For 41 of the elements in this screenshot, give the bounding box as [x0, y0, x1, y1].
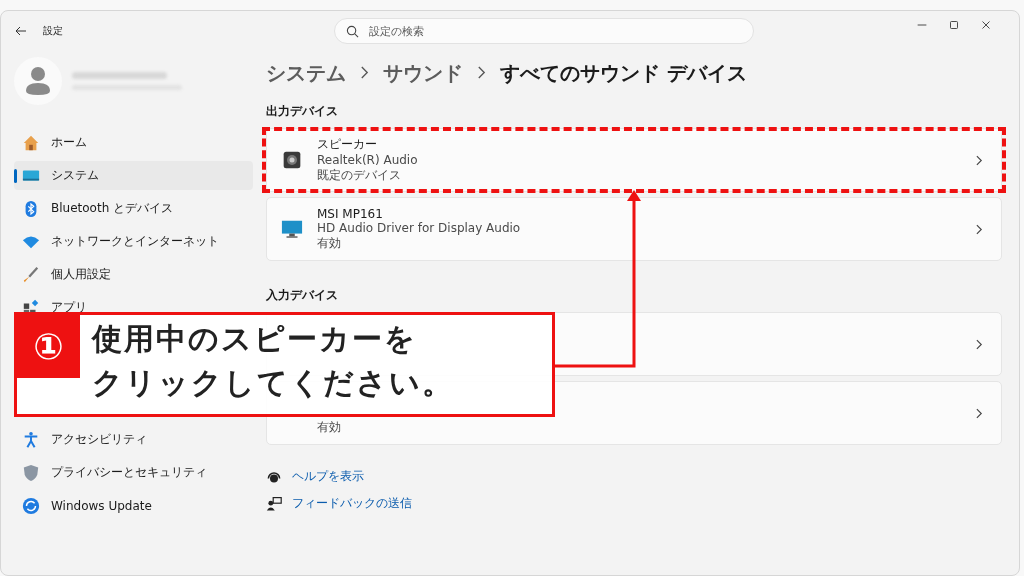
device-driver: HD Audio Driver for Display Audio — [317, 220, 522, 235]
sidebar-item[interactable]: アクセシビリティ — [14, 425, 253, 454]
shield-icon — [22, 463, 40, 482]
sidebar-item[interactable]: プライバシーとセキュリティ — [14, 458, 253, 487]
device-status: 既定のデバイス — [317, 167, 402, 184]
speaker-icon — [281, 149, 303, 171]
chevron-icon — [976, 154, 983, 166]
avatar-icon — [14, 57, 62, 105]
device-driver: Realtek(R) Audio — [317, 153, 419, 167]
chevron-icon — [976, 338, 983, 350]
page-title: すべてのサウンド デバイス — [500, 59, 747, 87]
sidebar-item[interactable]: 個人用設定 — [14, 260, 253, 289]
person-icon — [22, 430, 40, 449]
brush-icon — [22, 265, 40, 284]
search-field[interactable]: 設定の検索 — [334, 18, 754, 44]
chevron-icon — [976, 223, 983, 235]
device-status: 有効 — [317, 419, 342, 436]
device-card[interactable]: MSI MP161 HD Audio Driver for Display Audio 有効 — [266, 197, 1002, 261]
sidebar-item[interactable]: ネットワークとインターネット — [14, 227, 253, 256]
sidebar-item[interactable]: Windows Update — [14, 491, 253, 520]
monitor-icon — [281, 218, 303, 240]
device-status: 有効 — [317, 234, 342, 252]
sidebar-item[interactable]: システム — [14, 161, 253, 190]
sidebar-item[interactable]: Bluetooth とデバイス — [14, 194, 253, 223]
sidebar-item[interactable]: ホーム — [14, 128, 253, 157]
sync-icon — [22, 496, 40, 515]
device-name: MSI MP161 — [317, 206, 384, 221]
device-name: スピーカー — [317, 136, 378, 153]
back-arrow-icon — [15, 25, 27, 37]
section-heading: 出力デバイス — [266, 103, 339, 120]
breadcrumb-link[interactable]: サウンド — [383, 59, 463, 87]
window-title: 設定 — [43, 24, 64, 38]
feedback-icon — [266, 495, 282, 512]
section-heading: 入力デバイス — [266, 287, 339, 304]
maximize-icon — [947, 18, 961, 32]
help-link[interactable]: フィードバックの送信 — [292, 495, 412, 512]
house-icon — [22, 133, 40, 152]
step-number: ① — [17, 315, 80, 378]
chevron-icon — [976, 407, 983, 419]
breadcrumb-link[interactable]: システム — [266, 59, 346, 87]
help-link[interactable]: ヘルプを表示 — [292, 468, 364, 485]
